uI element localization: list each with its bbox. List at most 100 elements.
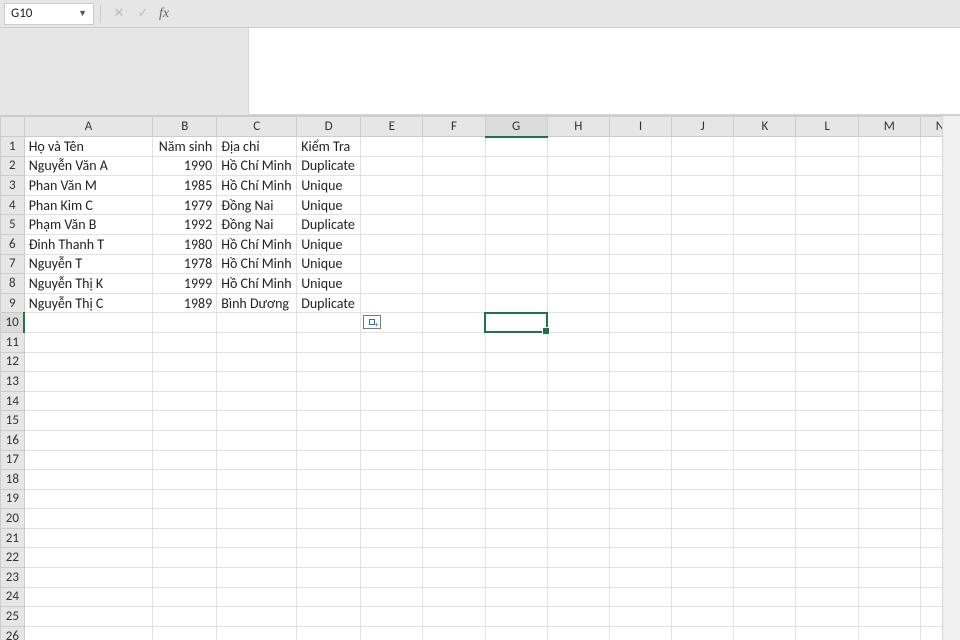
cell-D25[interactable]	[297, 607, 361, 627]
cell-J25[interactable]	[672, 607, 734, 627]
row-header-21[interactable]: 21	[1, 528, 25, 548]
cell-C9[interactable]: Bình Dương	[217, 293, 297, 313]
cell-L21[interactable]	[796, 528, 858, 548]
cell-I17[interactable]	[609, 450, 671, 470]
cell-G24[interactable]	[485, 587, 547, 607]
cell-A7[interactable]: Nguyễn T	[24, 254, 153, 274]
cell-L7[interactable]	[796, 254, 858, 274]
cell-B14[interactable]	[153, 391, 217, 411]
cell-L24[interactable]	[796, 587, 858, 607]
cell-F25[interactable]	[423, 607, 485, 627]
cell-L1[interactable]	[796, 137, 858, 157]
cell-I25[interactable]	[609, 607, 671, 627]
cell-A11[interactable]	[24, 332, 153, 352]
cell-C2[interactable]: Hồ Chí Minh	[217, 156, 297, 176]
cell-M19[interactable]	[858, 489, 920, 509]
cell-I4[interactable]	[609, 195, 671, 215]
cell-A24[interactable]	[24, 587, 153, 607]
cell-M15[interactable]	[858, 411, 920, 431]
cell-L23[interactable]	[796, 568, 858, 588]
column-header-J[interactable]: J	[672, 117, 734, 137]
cell-J26[interactable]	[672, 626, 734, 640]
cell-E20[interactable]	[361, 509, 423, 529]
spreadsheet-table[interactable]: ABCDEFGHIJKLMN 1Họ và TênNăm sinhĐịa chỉ…	[0, 116, 960, 640]
cell-H23[interactable]	[547, 568, 609, 588]
cell-E17[interactable]	[361, 450, 423, 470]
cell-H22[interactable]	[547, 548, 609, 568]
cell-D22[interactable]	[297, 548, 361, 568]
row-header-25[interactable]: 25	[1, 607, 25, 627]
cell-L8[interactable]	[796, 274, 858, 294]
cell-C12[interactable]	[217, 352, 297, 372]
cell-I19[interactable]	[609, 489, 671, 509]
row-header-8[interactable]: 8	[1, 274, 25, 294]
name-box[interactable]: G10 ▼	[4, 3, 94, 25]
cell-D2[interactable]: Duplicate	[297, 156, 361, 176]
cell-M11[interactable]	[858, 332, 920, 352]
cell-K17[interactable]	[734, 450, 796, 470]
cell-C5[interactable]: Đồng Nai	[217, 215, 297, 235]
cell-L16[interactable]	[796, 430, 858, 450]
cell-F7[interactable]	[423, 254, 485, 274]
row-header-18[interactable]: 18	[1, 470, 25, 490]
cell-D8[interactable]: Unique	[297, 274, 361, 294]
insert-function-button[interactable]: fx	[159, 6, 169, 22]
cell-M10[interactable]	[858, 313, 920, 333]
cell-H20[interactable]	[547, 509, 609, 529]
cell-C17[interactable]	[217, 450, 297, 470]
cell-G6[interactable]	[485, 234, 547, 254]
cell-B6[interactable]: 1980	[153, 234, 217, 254]
cell-M12[interactable]	[858, 352, 920, 372]
cell-M3[interactable]	[858, 176, 920, 196]
cell-K23[interactable]	[734, 568, 796, 588]
cell-H2[interactable]	[547, 156, 609, 176]
cell-C22[interactable]	[217, 548, 297, 568]
cell-A25[interactable]	[24, 607, 153, 627]
autofill-options-button[interactable]: +	[363, 315, 381, 329]
cell-H21[interactable]	[547, 528, 609, 548]
cell-E8[interactable]	[361, 274, 423, 294]
cell-E5[interactable]	[361, 215, 423, 235]
cell-F18[interactable]	[423, 470, 485, 490]
row-header-2[interactable]: 2	[1, 156, 25, 176]
cell-H11[interactable]	[547, 332, 609, 352]
cell-A22[interactable]	[24, 548, 153, 568]
cell-G2[interactable]	[485, 156, 547, 176]
cell-G1[interactable]	[485, 137, 547, 157]
cell-D17[interactable]	[297, 450, 361, 470]
cell-A3[interactable]: Phan Văn M	[24, 176, 153, 196]
row-header-6[interactable]: 6	[1, 234, 25, 254]
cell-B9[interactable]: 1989	[153, 293, 217, 313]
cell-B22[interactable]	[153, 548, 217, 568]
cell-J14[interactable]	[672, 391, 734, 411]
select-all-corner[interactable]	[1, 117, 25, 137]
cell-G22[interactable]	[485, 548, 547, 568]
cell-F17[interactable]	[423, 450, 485, 470]
cell-J17[interactable]	[672, 450, 734, 470]
cell-L3[interactable]	[796, 176, 858, 196]
cell-E11[interactable]	[361, 332, 423, 352]
cell-D11[interactable]	[297, 332, 361, 352]
cell-I2[interactable]	[609, 156, 671, 176]
cell-D15[interactable]	[297, 411, 361, 431]
cell-K11[interactable]	[734, 332, 796, 352]
cell-A9[interactable]: Nguyễn Thị C	[24, 293, 153, 313]
cell-H18[interactable]	[547, 470, 609, 490]
cell-F20[interactable]	[423, 509, 485, 529]
cell-G3[interactable]	[485, 176, 547, 196]
cell-K2[interactable]	[734, 156, 796, 176]
cell-E4[interactable]	[361, 195, 423, 215]
cell-B8[interactable]: 1999	[153, 274, 217, 294]
cell-J21[interactable]	[672, 528, 734, 548]
column-header-I[interactable]: I	[609, 117, 671, 137]
cell-I16[interactable]	[609, 430, 671, 450]
cell-F11[interactable]	[423, 332, 485, 352]
cell-C20[interactable]	[217, 509, 297, 529]
cell-G26[interactable]	[485, 626, 547, 640]
cell-K15[interactable]	[734, 411, 796, 431]
cell-D18[interactable]	[297, 470, 361, 490]
cell-L12[interactable]	[796, 352, 858, 372]
cell-K13[interactable]	[734, 372, 796, 392]
cell-C10[interactable]	[217, 313, 297, 333]
cell-E24[interactable]	[361, 587, 423, 607]
